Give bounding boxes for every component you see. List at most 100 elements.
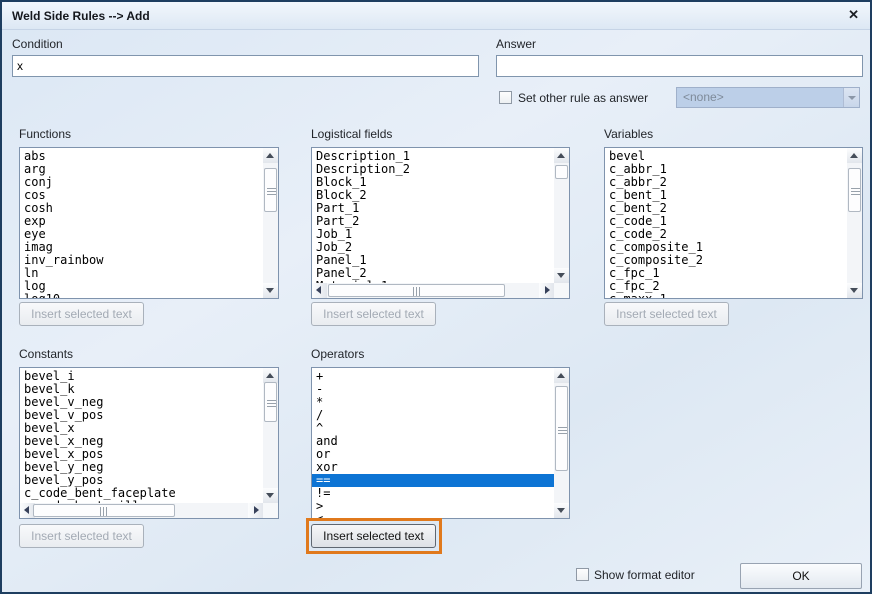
logistical-fields-listbox: Description_1Description_2Block_1Block_2… [311, 147, 570, 299]
list-item[interactable]: ^ [316, 422, 554, 435]
scroll-left-icon [316, 286, 321, 294]
functions-label: Functions [19, 127, 71, 141]
scroll-down-button[interactable] [263, 283, 278, 298]
show-format-editor-checkbox[interactable] [576, 568, 589, 581]
scroll-down-icon [266, 288, 274, 293]
scrollbar-thumb[interactable] [264, 382, 277, 422]
ok-button[interactable]: OK [740, 563, 862, 589]
answer-input[interactable] [496, 55, 863, 77]
condition-label: Condition [12, 37, 63, 51]
list-item[interactable]: != [316, 487, 554, 500]
list-item[interactable]: == [312, 474, 554, 487]
list-item[interactable]: > [316, 500, 554, 513]
scroll-up-icon [557, 373, 565, 378]
list-item[interactable]: conj [24, 176, 263, 189]
answer-label: Answer [496, 37, 536, 51]
logistical-vertical-scrollbar[interactable] [554, 148, 569, 283]
list-item[interactable]: * [316, 396, 554, 409]
thumb-grip-icon [267, 186, 276, 195]
list-item[interactable]: + [316, 370, 554, 383]
constants-list[interactable]: bevel_ibevel_kbevel_v_negbevel_v_posbeve… [20, 368, 263, 503]
list-item[interactable]: cos [24, 189, 263, 202]
scroll-right-button[interactable] [539, 283, 554, 298]
thumb-grip-icon [100, 507, 109, 516]
other-rule-dropdown-value: <none> [683, 90, 724, 104]
scroll-up-icon [266, 373, 274, 378]
operators-vertical-scrollbar[interactable] [554, 368, 569, 518]
scroll-up-button[interactable] [847, 148, 862, 163]
list-item[interactable]: / [316, 409, 554, 422]
variables-listbox: bevelc_abbr_1c_abbr_2c_bent_1c_bent_2c_c… [604, 147, 863, 299]
other-rule-dropdown[interactable]: <none> [676, 87, 860, 108]
scroll-down-button[interactable] [554, 503, 569, 518]
scroll-left-icon [24, 506, 29, 514]
list-item[interactable]: cosh [24, 202, 263, 215]
list-item[interactable]: arg [24, 163, 263, 176]
scroll-up-button[interactable] [263, 148, 278, 163]
logistical-insert-button[interactable]: Insert selected text [311, 302, 436, 326]
constants-horizontal-scrollbar[interactable] [20, 503, 263, 518]
list-item[interactable]: xor [316, 461, 554, 474]
thumb-grip-icon [413, 287, 422, 296]
scroll-up-button[interactable] [554, 368, 569, 383]
functions-insert-button[interactable]: Insert selected text [19, 302, 144, 326]
constants-listbox: bevel_ibevel_kbevel_v_negbevel_v_posbeve… [19, 367, 279, 519]
scrollbar-thumb[interactable] [33, 504, 175, 517]
functions-vertical-scrollbar[interactable] [263, 148, 278, 298]
logistical-fields-label: Logistical fields [311, 127, 392, 141]
variables-vertical-scrollbar[interactable] [847, 148, 862, 298]
list-item[interactable]: and [316, 435, 554, 448]
chevron-down-icon [848, 96, 856, 100]
scroll-right-button[interactable] [248, 503, 263, 518]
list-item[interactable]: inv_rainbow [24, 254, 263, 267]
scroll-down-icon [850, 288, 858, 293]
scrollbar-thumb[interactable] [555, 386, 568, 471]
scrollbar-thumb[interactable] [848, 168, 861, 212]
thumb-grip-icon [267, 398, 276, 407]
list-item[interactable]: log10 [24, 293, 263, 298]
list-item[interactable]: exp [24, 215, 263, 228]
dropdown-arrow-button[interactable] [843, 88, 859, 107]
scrollbar-thumb[interactable] [555, 165, 568, 179]
scroll-right-icon [254, 506, 259, 514]
scroll-up-button[interactable] [263, 368, 278, 383]
scroll-down-button[interactable] [263, 488, 278, 503]
logistical-horizontal-scrollbar[interactable] [312, 283, 554, 298]
close-icon[interactable]: ✕ [848, 2, 859, 30]
thumb-grip-icon [851, 186, 860, 195]
list-item[interactable]: abs [24, 150, 263, 163]
constants-insert-button[interactable]: Insert selected text [19, 524, 144, 548]
operators-list[interactable]: +-*/^andorxor==!=>< [312, 368, 554, 518]
scroll-down-icon [557, 273, 565, 278]
scroll-down-button[interactable] [554, 268, 569, 283]
constants-vertical-scrollbar[interactable] [263, 368, 278, 503]
variables-insert-button[interactable]: Insert selected text [604, 302, 729, 326]
functions-list[interactable]: absargconjcoscoshexpeyeimaginv_rainbowln… [20, 148, 263, 298]
scroll-up-icon [557, 153, 565, 158]
list-item[interactable]: or [316, 448, 554, 461]
scroll-down-button[interactable] [847, 283, 862, 298]
logistical-fields-list[interactable]: Description_1Description_2Block_1Block_2… [312, 148, 554, 283]
variables-label: Variables [604, 127, 653, 141]
scroll-right-icon [545, 286, 550, 294]
operators-label: Operators [311, 347, 364, 361]
scrollbar-thumb[interactable] [264, 168, 277, 212]
condition-input[interactable]: x [12, 55, 479, 77]
list-item[interactable]: - [316, 383, 554, 396]
list-item[interactable]: eye [24, 228, 263, 241]
scroll-up-button[interactable] [554, 148, 569, 163]
constants-label: Constants [19, 347, 73, 361]
scrollbar-thumb[interactable] [328, 284, 505, 297]
scrollbar-corner [554, 283, 569, 298]
scrollbar-corner [263, 503, 278, 518]
variables-list[interactable]: bevelc_abbr_1c_abbr_2c_bent_1c_bent_2c_c… [605, 148, 847, 298]
operators-insert-button[interactable]: Insert selected text [311, 524, 436, 548]
weld-side-rules-add-dialog: Weld Side Rules --> Add ✕ Condition x An… [0, 0, 872, 594]
thumb-grip-icon [558, 425, 567, 434]
set-other-rule-checkbox[interactable] [499, 91, 512, 104]
scroll-up-icon [266, 153, 274, 158]
scroll-left-button[interactable] [312, 283, 327, 298]
list-item[interactable]: c_maxx_1 [609, 293, 847, 298]
scroll-up-icon [850, 153, 858, 158]
list-item[interactable]: ln [24, 267, 263, 280]
